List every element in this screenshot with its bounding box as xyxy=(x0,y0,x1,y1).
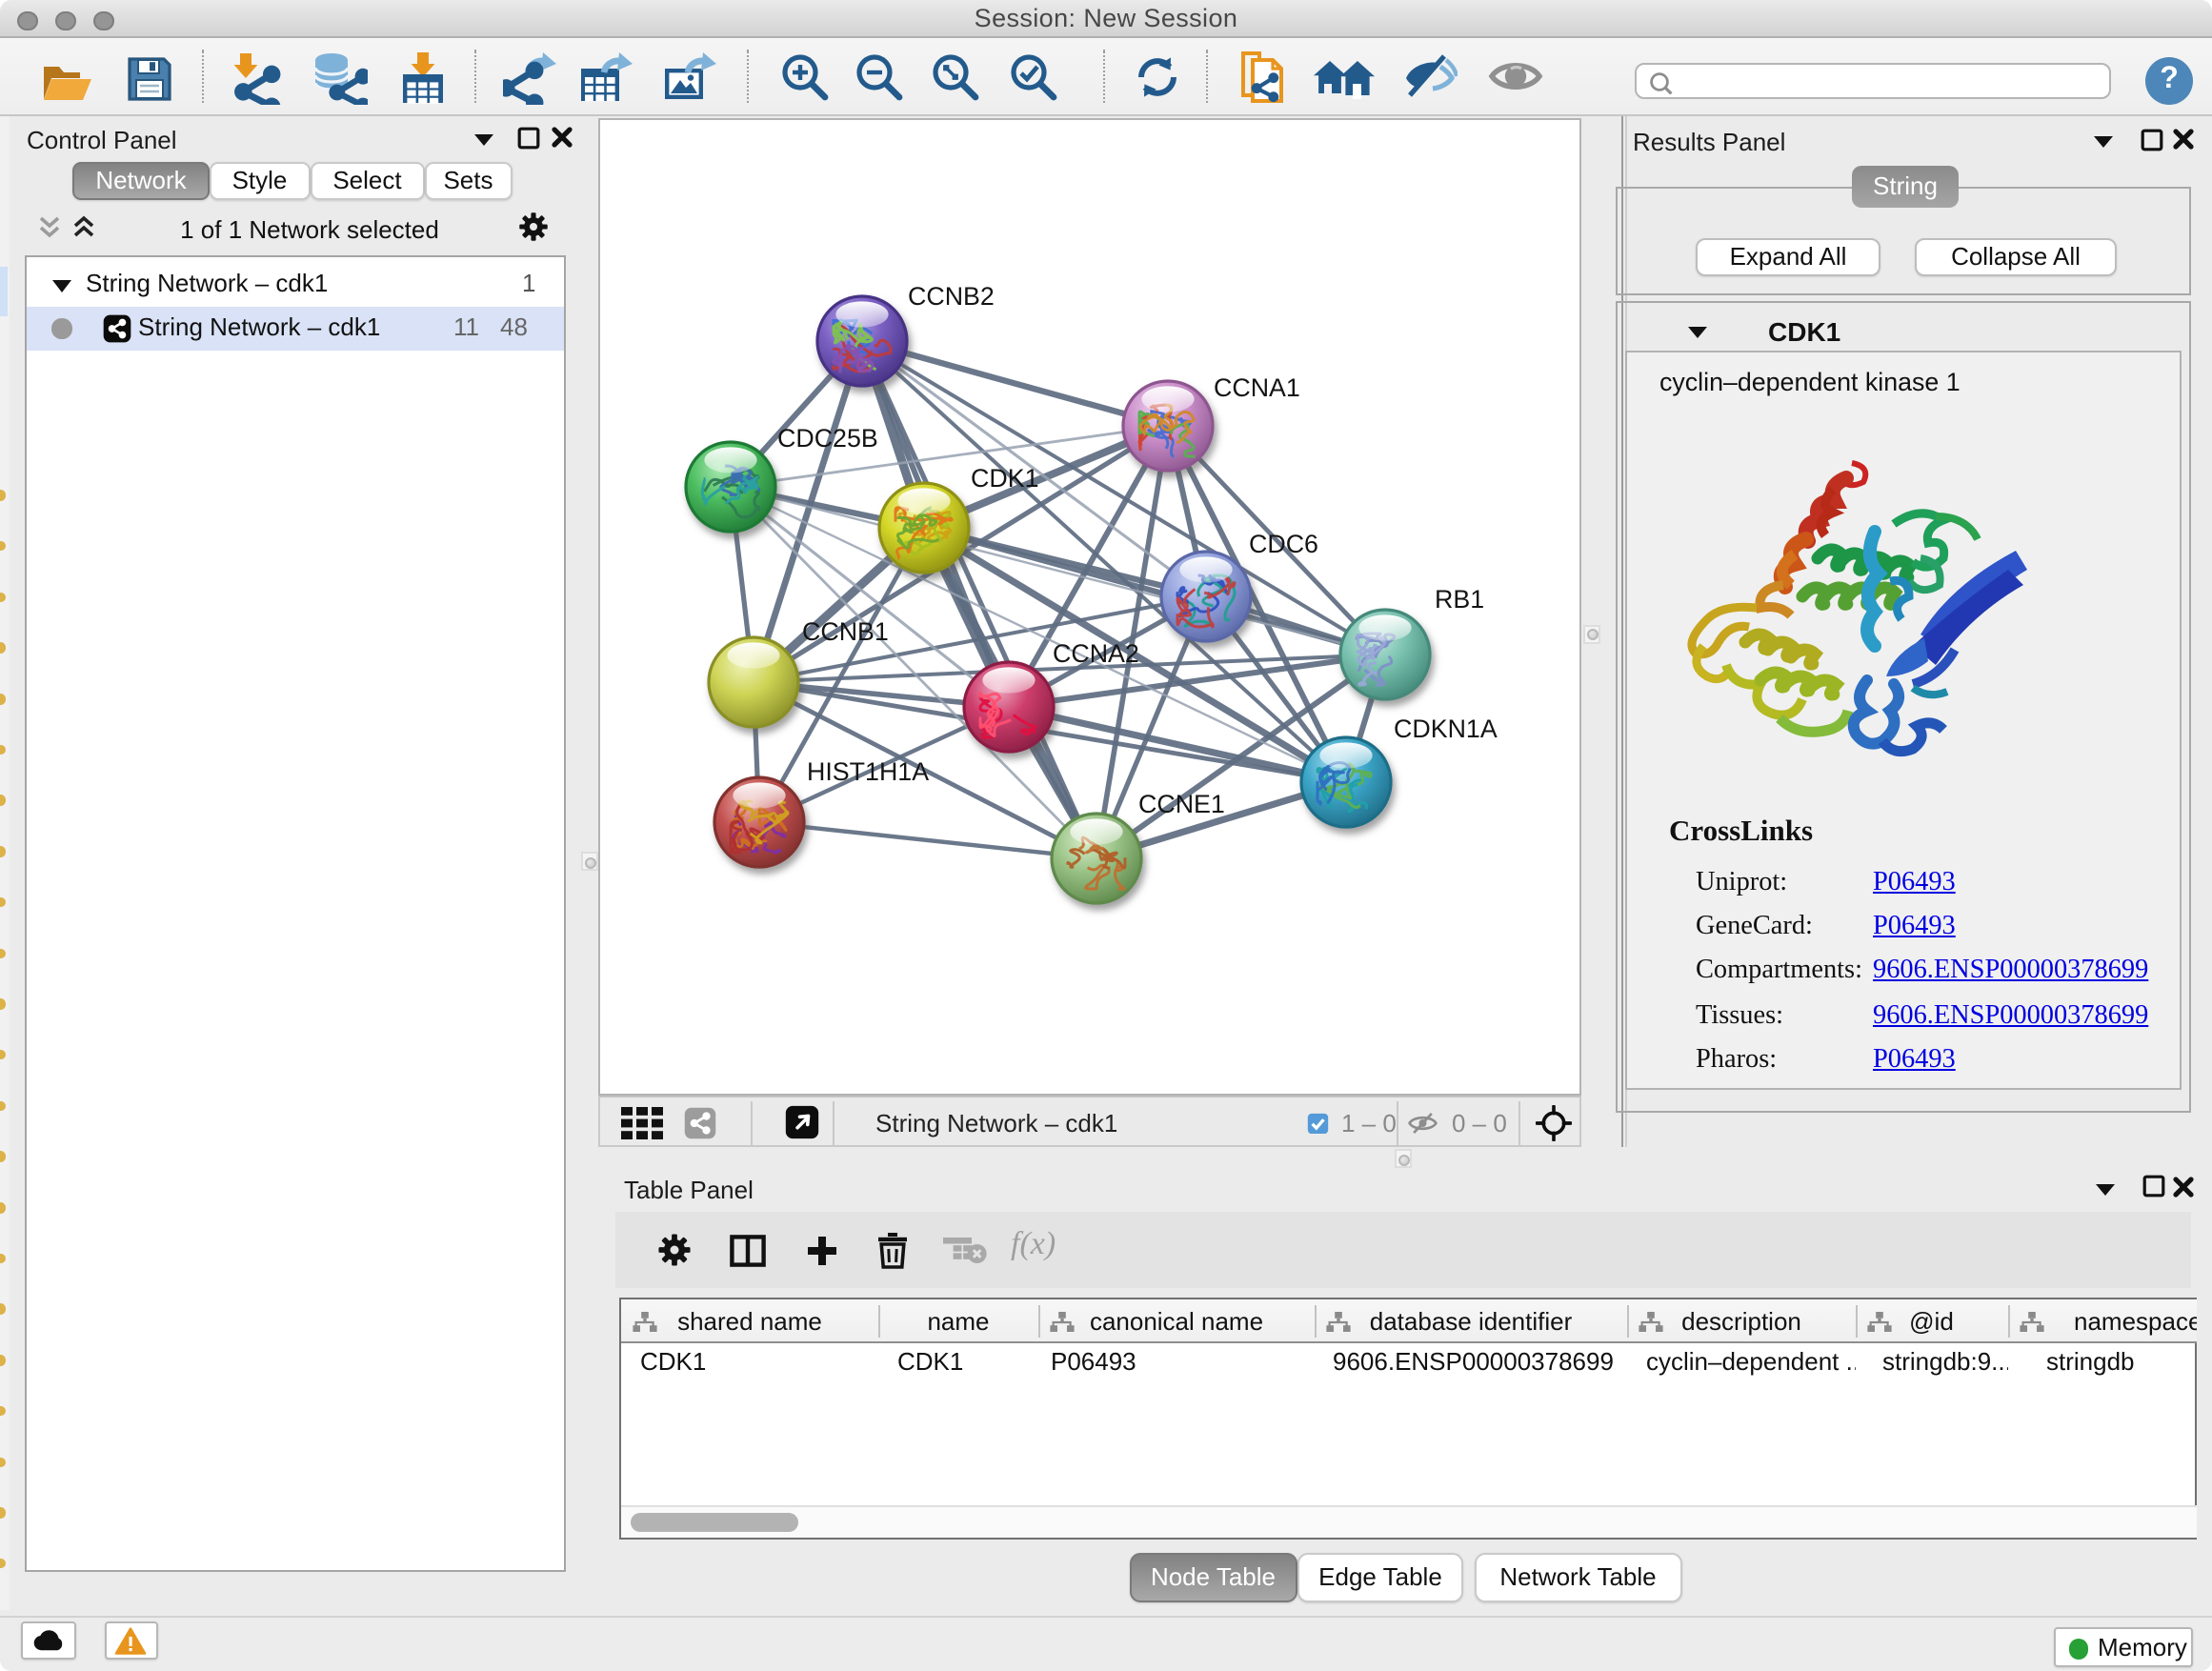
svg-text:CCNB1: CCNB1 xyxy=(802,617,889,646)
svg-text:CCNB2: CCNB2 xyxy=(908,282,995,311)
svg-text:CCNA1: CCNA1 xyxy=(1214,373,1300,402)
svg-text:RB1: RB1 xyxy=(1435,585,1484,614)
svg-text:HIST1H1A: HIST1H1A xyxy=(807,757,929,786)
svg-text:CDC6: CDC6 xyxy=(1249,530,1318,558)
svg-text:CCNA2: CCNA2 xyxy=(1053,639,1139,668)
svg-text:CDK1: CDK1 xyxy=(971,464,1038,493)
svg-text:CCNE1: CCNE1 xyxy=(1138,790,1225,818)
svg-text:CDKN1A: CDKN1A xyxy=(1394,715,1498,743)
svg-text:CDC25B: CDC25B xyxy=(777,424,878,453)
